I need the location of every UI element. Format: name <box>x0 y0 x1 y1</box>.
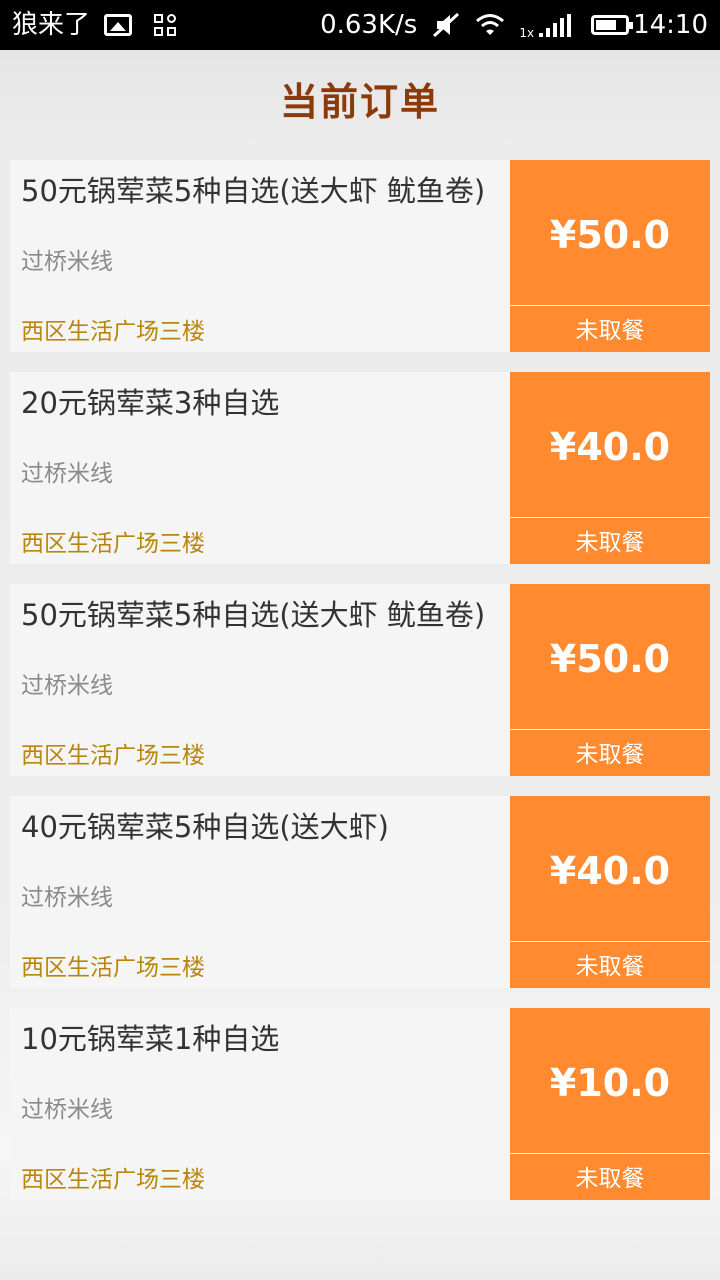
gallery-icon <box>104 14 133 36</box>
wifi-icon <box>476 14 505 35</box>
signal-label: 1x <box>519 26 535 40</box>
page-title: 当前订单 <box>279 80 440 124</box>
order-info: 50元锅荤菜5种自选(送大虾 鱿鱼卷) 过桥米线 西区生活广场三楼 <box>10 160 510 352</box>
order-price: ¥10.0 <box>549 1061 671 1105</box>
order-card[interactable]: 50元锅荤菜5种自选(送大虾 鱿鱼卷) 过桥米线 西区生活广场三楼 ¥50.0 … <box>10 584 710 776</box>
battery-icon <box>591 15 634 35</box>
order-status: 未取餐 <box>510 517 710 564</box>
order-info: 40元锅荤菜5种自选(送大虾) 过桥米线 西区生活广场三楼 <box>10 796 510 988</box>
order-name: 50元锅荤菜5种自选(送大虾 鱿鱼卷) <box>21 174 486 208</box>
order-status: 未取餐 <box>510 729 710 776</box>
order-shop: 过桥米线 <box>21 1097 113 1123</box>
order-info: 20元锅荤菜3种自选 过桥米线 西区生活广场三楼 <box>10 372 510 564</box>
clock: 14:10 <box>633 10 708 40</box>
order-card[interactable]: 40元锅荤菜5种自选(送大虾) 过桥米线 西区生活广场三楼 ¥40.0 未取餐 <box>10 796 710 988</box>
order-name: 10元锅荤菜1种自选 <box>21 1022 280 1056</box>
order-list: 50元锅荤菜5种自选(送大虾 鱿鱼卷) 过桥米线 西区生活广场三楼 ¥50.0 … <box>10 160 710 1220</box>
status-bar-left: 狼来了 <box>12 0 177 50</box>
order-shop: 过桥米线 <box>21 249 113 275</box>
order-price-box: ¥40.0 未取餐 <box>510 372 710 564</box>
signal-icon: 1x <box>519 11 577 39</box>
status-bar-right: 0.63K/s 1x 14:10 <box>306 0 708 50</box>
order-card[interactable]: 50元锅荤菜5种自选(送大虾 鱿鱼卷) 过桥米线 西区生活广场三楼 ¥50.0 … <box>10 160 710 352</box>
order-price-box: ¥50.0 未取餐 <box>510 584 710 776</box>
carrier-name: 狼来了 <box>12 10 91 40</box>
order-shop: 过桥米线 <box>21 461 113 487</box>
order-info: 10元锅荤菜1种自选 过桥米线 西区生活广场三楼 <box>10 1008 510 1200</box>
order-location: 西区生活广场三楼 <box>21 1167 205 1193</box>
title-bar: 当前订单 <box>0 50 720 150</box>
order-shop: 过桥米线 <box>21 885 113 911</box>
order-location: 西区生活广场三楼 <box>21 531 205 557</box>
mute-icon <box>433 12 460 38</box>
order-location: 西区生活广场三楼 <box>21 955 205 981</box>
order-price-box: ¥40.0 未取餐 <box>510 796 710 988</box>
network-speed: 0.63K/s <box>320 10 418 40</box>
order-status: 未取餐 <box>510 305 710 352</box>
order-price-box: ¥50.0 未取餐 <box>510 160 710 352</box>
order-price: ¥50.0 <box>549 213 671 257</box>
order-status: 未取餐 <box>510 1153 710 1200</box>
order-info: 50元锅荤菜5种自选(送大虾 鱿鱼卷) 过桥米线 西区生活广场三楼 <box>10 584 510 776</box>
order-card[interactable]: 10元锅荤菜1种自选 过桥米线 西区生活广场三楼 ¥10.0 未取餐 <box>10 1008 710 1200</box>
order-name: 40元锅荤菜5种自选(送大虾) <box>21 810 389 844</box>
order-name: 50元锅荤菜5种自选(送大虾 鱿鱼卷) <box>21 598 486 632</box>
order-location: 西区生活广场三楼 <box>21 319 205 345</box>
order-name: 20元锅荤菜3种自选 <box>21 386 280 420</box>
apps-icon <box>154 14 177 36</box>
order-shop: 过桥米线 <box>21 673 113 699</box>
status-bar: 狼来了 0.63K/s 1x 14:10 <box>0 0 720 50</box>
order-price: ¥50.0 <box>549 637 671 681</box>
order-price: ¥40.0 <box>549 849 671 893</box>
order-card[interactable]: 20元锅荤菜3种自选 过桥米线 西区生活广场三楼 ¥40.0 未取餐 <box>10 372 710 564</box>
order-price: ¥40.0 <box>549 425 671 469</box>
order-location: 西区生活广场三楼 <box>21 743 205 769</box>
order-status: 未取餐 <box>510 941 710 988</box>
order-price-box: ¥10.0 未取餐 <box>510 1008 710 1200</box>
